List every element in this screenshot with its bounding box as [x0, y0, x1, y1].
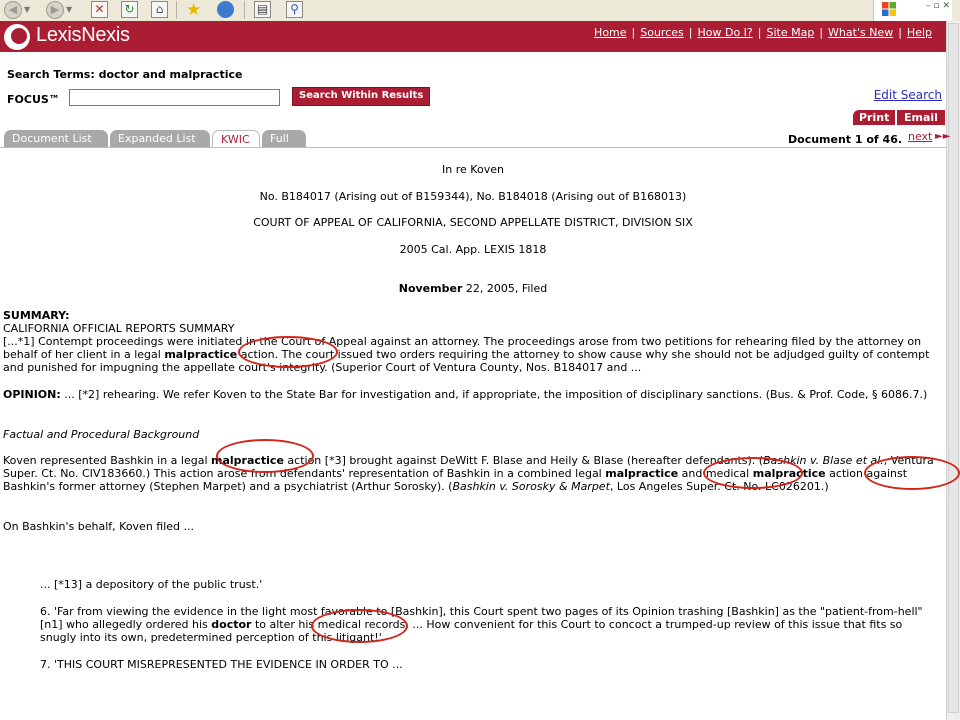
edit-search-link[interactable]: Edit Search — [874, 88, 942, 102]
docket-number: No. B184017 (Arising out of B159344), No… — [259, 190, 687, 203]
court-name: COURT OF APPEAL OF CALIFORNIA, SECOND AP… — [253, 216, 693, 229]
home-icon[interactable]: ⌂ — [151, 1, 168, 18]
case-citation-sorosky: Bashkin v. Sorosky & Marpet — [452, 480, 610, 493]
next-link[interactable]: next — [908, 130, 932, 143]
stop-icon[interactable]: ✕ — [91, 1, 108, 18]
tab-expanded-list[interactable]: Expanded List — [110, 130, 210, 147]
brand-name: LexisNexis — [36, 24, 130, 46]
nav-help[interactable]: Help — [907, 26, 932, 39]
scrollbar-thumb[interactable] — [948, 23, 959, 713]
tab-kwic[interactable]: KWIC — [212, 130, 260, 147]
focus-search-input[interactable] — [69, 89, 280, 106]
opinion-paragraph: OPINION: ... [*2] rehearing. We refer Ko… — [3, 388, 946, 401]
window-controls-icon[interactable]: – ▫ ✕ — [926, 1, 950, 11]
date-rest: 22, 2005, Filed — [462, 282, 548, 295]
tab-document-list[interactable]: Document List — [4, 130, 108, 147]
favorites-icon[interactable]: ★ — [186, 1, 201, 19]
top-navigation: Home | Sources | How Do I? | Site Map | What's N… — [594, 26, 932, 39]
vertical-scrollbar[interactable] — [946, 21, 960, 720]
lexisnexis-logo-icon — [4, 24, 30, 50]
nav-site-map[interactable]: Site Map — [766, 26, 814, 39]
search-hit-malpractice[interactable]: malpractice — [164, 348, 237, 361]
refresh-icon[interactable]: ↻ — [121, 1, 138, 18]
tab-full[interactable]: Full — [262, 130, 306, 147]
date-search-hit: November — [398, 282, 463, 295]
on-behalf-text: On Bashkin's behalf, Koven filed ... — [3, 520, 195, 533]
quote-item-7: 7. 'THIS COURT MISREPRESENTED THE EVIDEN… — [40, 658, 403, 671]
search-hit-doctor[interactable]: doctor — [211, 618, 251, 631]
factual-background-heading: Factual and Procedural Background — [3, 428, 200, 441]
lexis-banner: LexisNexis Home | Sources | How Do I? | Site M… — [0, 21, 946, 52]
document-counter: Document 1 of 46. — [788, 133, 903, 146]
factual-paragraph: Koven represented Bashkin in a legal mal… — [3, 454, 946, 493]
factual-text-1: Koven represented Bashkin in a legal — [3, 454, 211, 467]
browser-toolbar: ◀ ▼ ▶ ▼ ✕ ↻ ⌂ ★ ▤ ⚲ – ▫ ✕ — [0, 0, 960, 22]
summary-subheading: CALIFORNIA OFFICIAL REPORTS SUMMARY — [3, 322, 235, 335]
print-button[interactable]: Print — [853, 110, 896, 125]
focus-label: FOCUS™ — [7, 93, 60, 106]
toolbar-separator — [244, 1, 245, 19]
nav-sources[interactable]: Sources — [640, 26, 684, 39]
quote-13: ... [*13] a depository of the public tru… — [40, 578, 263, 591]
toolbar-separator — [176, 1, 177, 19]
decision-date: November 22, 2005, Filed — [0, 282, 946, 295]
nav-home[interactable]: Home — [594, 26, 626, 39]
windows-flag-icon — [882, 2, 896, 16]
summary-heading: SUMMARY: — [3, 309, 70, 322]
highlight-circle — [311, 609, 408, 643]
search-icon[interactable]: ⚲ — [286, 1, 303, 18]
email-button[interactable]: Email — [896, 110, 945, 125]
highlight-circle — [864, 456, 960, 490]
factual-text-2: action [*3] brought against DeWitt F. Bl… — [283, 454, 764, 467]
quote-item-6: 6. 'Far from viewing the evidence in the… — [40, 605, 940, 644]
search-within-results-button[interactable]: Search Within Results — [292, 87, 431, 106]
forward-icon[interactable]: ▶ — [46, 1, 64, 19]
opinion-text: ... [*2] rehearing. We refer Koven to th… — [60, 388, 928, 401]
nav-how-do-i[interactable]: How Do I? — [697, 26, 752, 39]
nav-whats-new[interactable]: What's New — [828, 26, 893, 39]
search-hit-malpractice[interactable]: malpractice — [605, 467, 678, 480]
search-terms: Search Terms: doctor and malpractice — [7, 68, 243, 81]
print-icon[interactable]: ▤ — [254, 1, 271, 18]
back-icon[interactable]: ◀ — [4, 1, 22, 19]
windows-logo: – ▫ ✕ — [873, 0, 952, 21]
highlight-circle — [238, 336, 338, 368]
next-arrows-icon[interactable]: ►► — [935, 131, 950, 142]
summary-paragraph: [...*1] Contempt proceedings were initia… — [3, 335, 946, 374]
opinion-heading: OPINION: — [3, 388, 61, 401]
citation: 2005 Cal. App. LEXIS 1818 — [399, 243, 547, 256]
highlight-circle — [216, 439, 314, 473]
highlight-circle — [703, 457, 803, 489]
case-title: In re Koven — [442, 163, 504, 176]
media-icon[interactable] — [217, 1, 234, 18]
